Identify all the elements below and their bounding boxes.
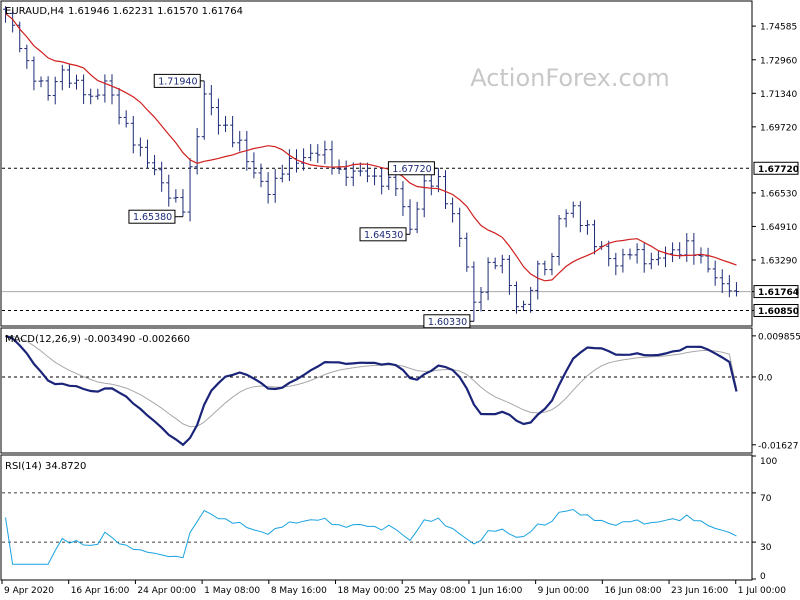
macd-tick-label: 0.0 xyxy=(758,373,773,383)
price-tick-label: 1.71340 xyxy=(760,90,797,100)
time-tick-label: 1 Jun 16:00 xyxy=(471,586,523,596)
rsi-tick-label: 30 xyxy=(760,543,772,553)
euraud-h4-chart: ActionForex.com 1.74585 1.72960 1.71340 1.6… xyxy=(0,0,800,596)
price-tick-label: 1.64910 xyxy=(760,223,797,233)
time-tick-label: 18 May 00:00 xyxy=(338,586,400,596)
time-axis: 9 Apr 2020 16 Apr 16:00 24 Apr 00:00 1 May … xyxy=(1,580,787,596)
price-tag-label: 1.61764 xyxy=(758,288,799,298)
macd-tick-label: -0.01627 xyxy=(758,441,798,451)
annotation-label: 1.60330 xyxy=(428,317,467,328)
price-tick-label: 1.72960 xyxy=(760,56,797,66)
time-tick-label: 1 May 08:00 xyxy=(204,586,260,596)
price-tags: 1.67720 1.61764 1.60850 xyxy=(753,161,799,318)
price-tick-label: 1.63290 xyxy=(760,256,797,266)
macd-signal-line xyxy=(5,335,737,428)
time-tick-label: 24 Apr 00:00 xyxy=(137,586,196,596)
time-tick-label: 9 Jun 00:00 xyxy=(538,586,590,596)
time-tick-label: 9 Apr 2020 xyxy=(4,586,54,596)
annotation-label: 1.64530 xyxy=(364,230,403,241)
macd-title: MACD(12,26,9) -0.003490 -0.002660 xyxy=(5,334,190,345)
time-tick-label: 1 Jul 00:00 xyxy=(738,586,787,596)
rsi-tick-label: 0 xyxy=(760,572,766,582)
watermark: ActionForex.com xyxy=(470,64,670,92)
price-header-symbol: EURAUD,H4 xyxy=(5,6,64,17)
time-tick-label: 16 Apr 16:00 xyxy=(71,586,130,596)
rsi-tick-label: 100 xyxy=(760,457,777,467)
rsi-tick-label: 70 xyxy=(760,494,772,504)
time-tick-label: 8 May 16:00 xyxy=(271,586,327,596)
rsi-line xyxy=(5,508,737,565)
annotation-label: 1.67720 xyxy=(392,164,431,175)
price-header-ohlc: 1.61946 1.62231 1.61570 1.61764 xyxy=(68,6,243,17)
rsi-title: RSI(14) 34.8720 xyxy=(5,461,86,472)
price-tag-label: 1.67720 xyxy=(758,165,799,175)
price-bars xyxy=(3,6,739,322)
price-annotations: 1.71940 1.65380 1.67720 1.64530 1.60330 xyxy=(128,73,474,329)
price-tick-label: 1.69720 xyxy=(760,123,797,133)
rsi-panel-frame xyxy=(0,454,753,581)
macd-line xyxy=(5,334,738,447)
annotation-label: 1.65380 xyxy=(133,212,172,223)
price-tick-label: 1.66530 xyxy=(760,189,797,199)
macd-tick-label: 0.009855 xyxy=(758,332,800,342)
price-panel-frame xyxy=(0,0,753,327)
annotation-label: 1.71940 xyxy=(158,76,197,87)
price-tag-label: 1.60850 xyxy=(758,307,799,317)
time-tick-label: 23 Jun 16:00 xyxy=(671,586,728,596)
rsi-axis: 100 70 30 0 xyxy=(2,455,777,582)
time-tick-label: 16 Jun 08:00 xyxy=(604,586,661,596)
time-tick-label: 25 May 08:00 xyxy=(404,586,466,596)
price-tick-label: 1.74585 xyxy=(760,23,797,33)
